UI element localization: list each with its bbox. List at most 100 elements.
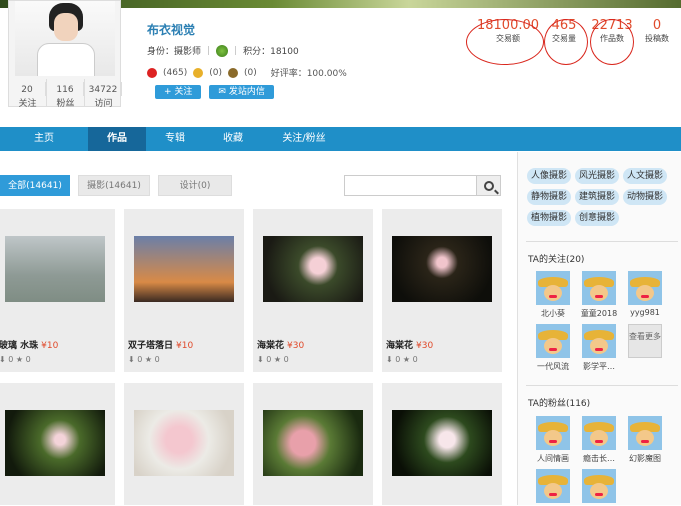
- star-icon: ★: [271, 355, 284, 364]
- user-item[interactable]: 影学平…: [578, 324, 620, 372]
- user-name[interactable]: 布衣视觉: [147, 21, 195, 38]
- work-thumbnail[interactable]: [134, 410, 234, 476]
- user-name: 人间情画: [537, 454, 569, 463]
- work-thumbnail[interactable]: [263, 410, 363, 476]
- message-button[interactable]: ✉ 发站内信: [209, 85, 274, 99]
- user-item[interactable]: 一代风流: [532, 324, 574, 372]
- tag-6[interactable]: 植物摄影: [527, 210, 572, 226]
- highlight-circle: [544, 19, 588, 65]
- tag-3[interactable]: 静物摄影: [527, 189, 572, 205]
- mail-icon: ✉: [218, 87, 229, 97]
- user-name: 童童2018: [580, 309, 618, 318]
- view-more-button[interactable]: 查看更多: [628, 324, 662, 358]
- tag-2[interactable]: 人文摄影: [623, 168, 668, 184]
- user-item[interactable]: 北小葵: [532, 271, 574, 319]
- work-thumbnail[interactable]: [134, 236, 234, 302]
- work-stats: ⬇ 0 ★ 0: [257, 355, 289, 364]
- work-card[interactable]: [253, 383, 373, 505]
- user-item[interactable]: 幻影魔图: [624, 416, 666, 464]
- work-price: ¥10: [41, 341, 59, 351]
- search-input[interactable]: [344, 175, 477, 196]
- sidebar: 人像摄影 风光摄影 人文摄影静物摄影 建筑摄影 动物摄影植物摄影 创意摄影 TA的关注(2…: [517, 152, 681, 505]
- work-card[interactable]: 玻璃 水珠 ¥10 ⬇ 0 ★ 0: [0, 209, 115, 372]
- work-thumbnail[interactable]: [392, 236, 492, 302]
- user-avatar[interactable]: [536, 416, 570, 450]
- flower-count: (0): [209, 67, 222, 78]
- search-icon: [483, 180, 494, 191]
- tag-4[interactable]: 建筑摄影: [575, 189, 620, 205]
- nav-tab-0[interactable]: 主页: [0, 127, 88, 151]
- nav-tab-1[interactable]: 作品: [88, 127, 146, 151]
- work-card[interactable]: 海棠花 ¥30 ⬇ 0 ★ 0: [253, 209, 373, 372]
- flower-icon: [147, 67, 157, 78]
- nav-tab-2[interactable]: 专辑: [146, 127, 204, 151]
- user-item[interactable]: yyg981: [624, 271, 666, 317]
- user-item[interactable]: 瘾击长…: [578, 416, 620, 464]
- download-icon: ⬇: [128, 355, 138, 364]
- work-title[interactable]: 玻璃 水珠 ¥10: [0, 338, 58, 351]
- highlight-circle: [590, 19, 634, 65]
- flower-count: (465): [163, 67, 188, 78]
- nav-tab-4[interactable]: 关注/粉丝: [262, 127, 346, 151]
- user-item[interactable]: 童童2018: [578, 271, 620, 319]
- follow-button[interactable]: + 关注: [155, 85, 202, 99]
- tag-7[interactable]: 创意摄影: [575, 210, 620, 226]
- flower-icon: [193, 67, 204, 78]
- user-avatar[interactable]: [536, 271, 570, 305]
- user-avatar[interactable]: [582, 324, 616, 358]
- user-avatar[interactable]: [582, 416, 616, 450]
- work-thumbnail[interactable]: [392, 410, 492, 476]
- user-avatar[interactable]: [628, 271, 662, 305]
- work-stats: ⬇ 0 ★ 0: [128, 355, 160, 364]
- user-name: 瘾击长…: [583, 454, 615, 463]
- download-icon: ⬇: [0, 355, 6, 364]
- user-avatar[interactable]: [582, 271, 616, 305]
- user-avatar[interactable]: [536, 469, 570, 503]
- star-icon: ★: [142, 355, 155, 364]
- avatar[interactable]: [15, 1, 115, 76]
- following-title: TA的关注(20): [528, 255, 585, 265]
- user-name: 北小葵: [541, 309, 565, 318]
- work-price: ¥30: [416, 341, 434, 351]
- user-name: 影学平…: [583, 362, 615, 371]
- following-count[interactable]: 20 关注: [9, 79, 47, 109]
- filter-tab-2[interactable]: 设计(0): [158, 175, 232, 196]
- filter-tab-1[interactable]: 摄影(14641): [78, 175, 150, 196]
- work-thumbnail[interactable]: [263, 236, 363, 302]
- work-thumbnail[interactable]: [5, 410, 105, 476]
- work-price: ¥30: [287, 341, 305, 351]
- work-card[interactable]: [124, 383, 244, 505]
- work-price: ¥10: [176, 341, 194, 351]
- work-card[interactable]: [382, 383, 502, 505]
- user-item[interactable]: [532, 469, 574, 506]
- work-title[interactable]: 双子塔落日 ¥10: [128, 338, 193, 351]
- work-card[interactable]: [0, 383, 115, 505]
- fans-count[interactable]: 116 粉丝: [47, 79, 85, 109]
- divider: |: [234, 45, 238, 56]
- tree-icon: [216, 44, 229, 57]
- work-stats: ⬇ 0 ★ 0: [0, 355, 31, 364]
- download-icon: ⬇: [386, 355, 396, 364]
- work-thumbnail[interactable]: [5, 236, 105, 302]
- work-card[interactable]: 双子塔落日 ¥10 ⬇ 0 ★ 0: [124, 209, 244, 372]
- search-button[interactable]: [476, 175, 501, 196]
- work-title[interactable]: 海棠花 ¥30: [257, 338, 304, 351]
- identity-label: 身份：摄影师: [147, 47, 202, 57]
- user-avatar[interactable]: [628, 416, 662, 450]
- user-avatar[interactable]: [582, 469, 616, 503]
- work-stats: ⬇ 0 ★ 0: [386, 355, 418, 364]
- user-item[interactable]: 人间情画: [532, 416, 574, 464]
- tag-0[interactable]: 人像摄影: [527, 168, 572, 184]
- user-name: yyg981: [630, 308, 660, 317]
- stat-3: 0 投稿数: [645, 18, 669, 43]
- work-card[interactable]: 海棠花 ¥30 ⬇ 0 ★ 0: [382, 209, 502, 372]
- user-avatar[interactable]: [536, 324, 570, 358]
- filter-tab-0[interactable]: 全部(14641): [0, 175, 70, 196]
- tag-1[interactable]: 风光摄影: [575, 168, 620, 184]
- user-item[interactable]: [578, 469, 620, 506]
- nav-tab-3[interactable]: 收藏: [204, 127, 262, 151]
- user-name: 幻影魔图: [629, 454, 661, 463]
- tag-5[interactable]: 动物摄影: [623, 189, 668, 205]
- avatar-card: 20 关注 116 粉丝 34722 访问: [8, 0, 122, 109]
- work-title[interactable]: 海棠花 ¥30: [386, 338, 433, 351]
